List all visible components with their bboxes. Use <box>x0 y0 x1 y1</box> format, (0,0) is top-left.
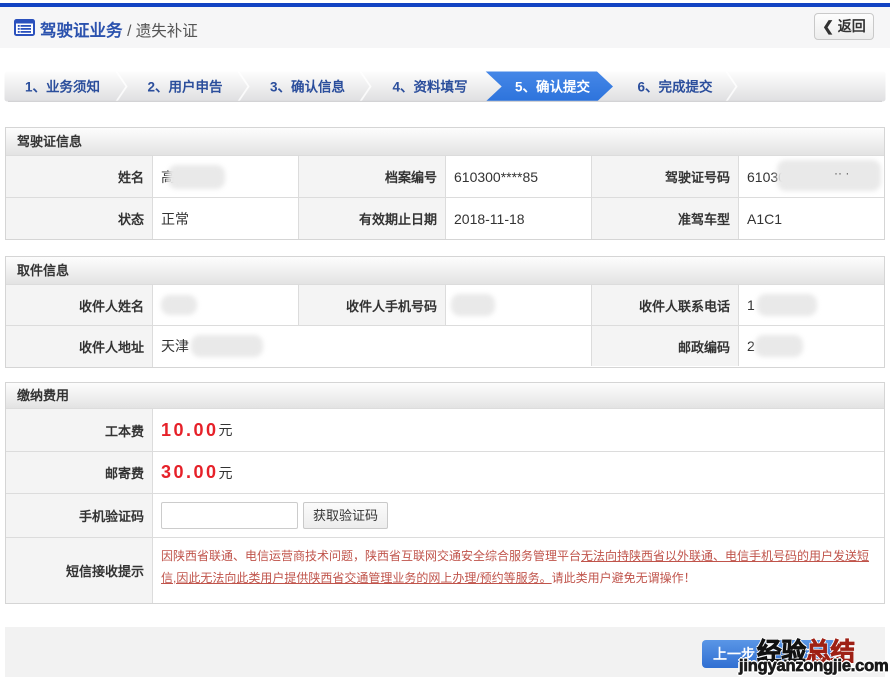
svg-text:5、确认提交: 5、确认提交 <box>515 79 591 95</box>
svg-text:2、用户申告: 2、用户申告 <box>147 79 222 95</box>
svg-text:6、完成提交: 6、完成提交 <box>637 79 713 95</box>
svg-text:1、业务须知: 1、业务须知 <box>25 79 100 95</box>
svg-text:3、确认信息: 3、确认信息 <box>270 79 346 95</box>
svg-text:4、资料填写: 4、资料填写 <box>392 79 467 95</box>
